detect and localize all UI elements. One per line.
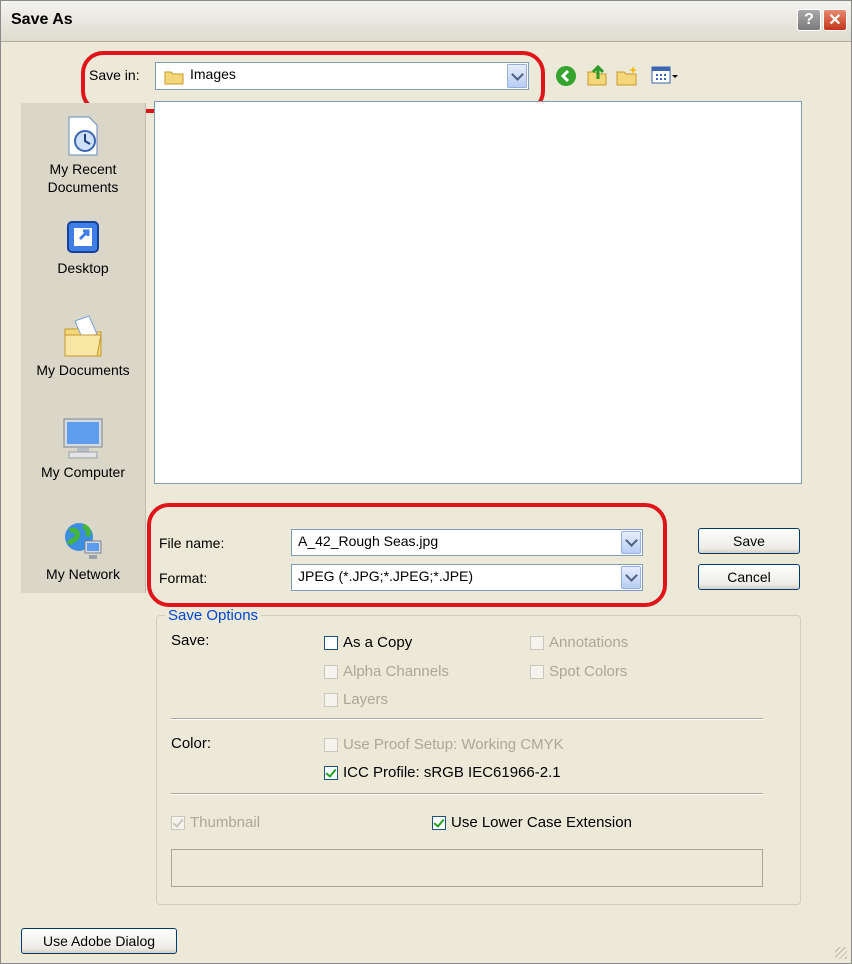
thumbnail-label: Thumbnail	[190, 814, 261, 831]
options-message-box	[171, 849, 763, 887]
my-documents-icon	[64, 315, 102, 357]
window-title: Save As	[11, 11, 73, 28]
new-folder-icon[interactable]	[615, 65, 639, 87]
alpha-channels-checkbox	[324, 665, 338, 679]
place-desktop[interactable]: Desktop	[21, 217, 145, 276]
spot-colors-checkbox	[530, 665, 544, 679]
layers-label: Layers	[343, 691, 389, 708]
view-menu-icon[interactable]	[651, 66, 679, 86]
save-in-value: Images	[190, 66, 236, 82]
place-label: My Computer	[40, 464, 126, 480]
close-icon: ✕	[828, 12, 842, 29]
recent-documents-icon	[68, 116, 98, 156]
save-section-label: Save:	[171, 632, 210, 649]
cancel-button[interactable]: Cancel	[698, 564, 800, 590]
as-a-copy-label: As a Copy	[343, 634, 413, 651]
my-computer-icon	[63, 418, 103, 459]
format-label: Format:	[159, 570, 208, 586]
file-name-label: File name:	[159, 535, 225, 551]
annotations-label: Annotations	[549, 634, 629, 651]
place-label: My Documents	[36, 362, 130, 378]
options-separator	[171, 793, 763, 795]
place-label: My Recent Documents	[47, 161, 119, 195]
save-in-label: Save in:	[89, 67, 140, 83]
back-icon[interactable]	[555, 65, 577, 87]
place-label: Desktop	[57, 260, 109, 276]
my-network-icon	[65, 523, 102, 559]
places-bar: My Recent Documents Desktop My Documents…	[21, 103, 146, 593]
format-value: JPEG (*.JPG;*.JPEG;*.JPE)	[298, 568, 474, 584]
use-proof-setup-label: Use Proof Setup: Working CMYK	[343, 736, 564, 753]
use-adobe-dialog-button[interactable]: Use Adobe Dialog	[21, 928, 177, 954]
annotations-checkbox	[530, 636, 544, 650]
help-icon: ?	[804, 11, 814, 28]
close-button[interactable]: ✕	[823, 9, 847, 31]
file-list-view[interactable]	[154, 101, 802, 484]
chevron-down-icon[interactable]	[621, 566, 641, 589]
file-name-value: A_42_Rough Seas.jpg	[298, 533, 439, 549]
save-in-dropdown[interactable]: Images	[155, 62, 529, 90]
title-bar[interactable]: Save As ? ✕	[1, 1, 851, 42]
use-lower-case-extension-label: Use Lower Case Extension	[451, 814, 632, 831]
folder-icon	[164, 71, 184, 85]
place-label: My Network	[46, 566, 120, 582]
place-my-computer[interactable]: My Computer	[21, 417, 145, 480]
icc-profile-checkbox[interactable]	[324, 766, 338, 780]
resize-grip[interactable]	[835, 947, 847, 959]
save-options-title: Save Options	[165, 607, 262, 624]
thumbnail-checkbox	[171, 816, 185, 830]
format-dropdown[interactable]: JPEG (*.JPG;*.JPEG;*.JPE)	[291, 564, 643, 591]
color-section-label: Color:	[171, 735, 212, 752]
save-button[interactable]: Save	[698, 528, 800, 554]
spot-colors-label: Spot Colors	[549, 663, 628, 680]
file-name-input[interactable]: A_42_Rough Seas.jpg	[291, 529, 643, 556]
desktop-icon	[67, 221, 99, 253]
use-proof-setup-checkbox	[324, 738, 338, 752]
use-lower-case-extension-checkbox[interactable]	[432, 816, 446, 830]
place-my-network[interactable]: My Network	[21, 517, 145, 582]
place-my-recent-documents[interactable]: My Recent Documents	[21, 113, 145, 196]
icc-profile-label: ICC Profile: sRGB IEC61966-2.1	[343, 764, 561, 781]
layers-checkbox	[324, 693, 338, 707]
save-as-dialog: Save As ? ✕ Save in: Images My Recent Do…	[0, 0, 852, 964]
up-folder-icon[interactable]	[585, 63, 609, 87]
help-button[interactable]: ?	[797, 9, 821, 31]
options-separator	[171, 718, 763, 720]
as-a-copy-checkbox[interactable]	[324, 636, 338, 650]
chevron-down-icon[interactable]	[507, 64, 527, 88]
alpha-channels-label: Alpha Channels	[343, 663, 449, 680]
chevron-down-icon[interactable]	[621, 531, 641, 554]
place-my-documents[interactable]: My Documents	[21, 313, 145, 378]
